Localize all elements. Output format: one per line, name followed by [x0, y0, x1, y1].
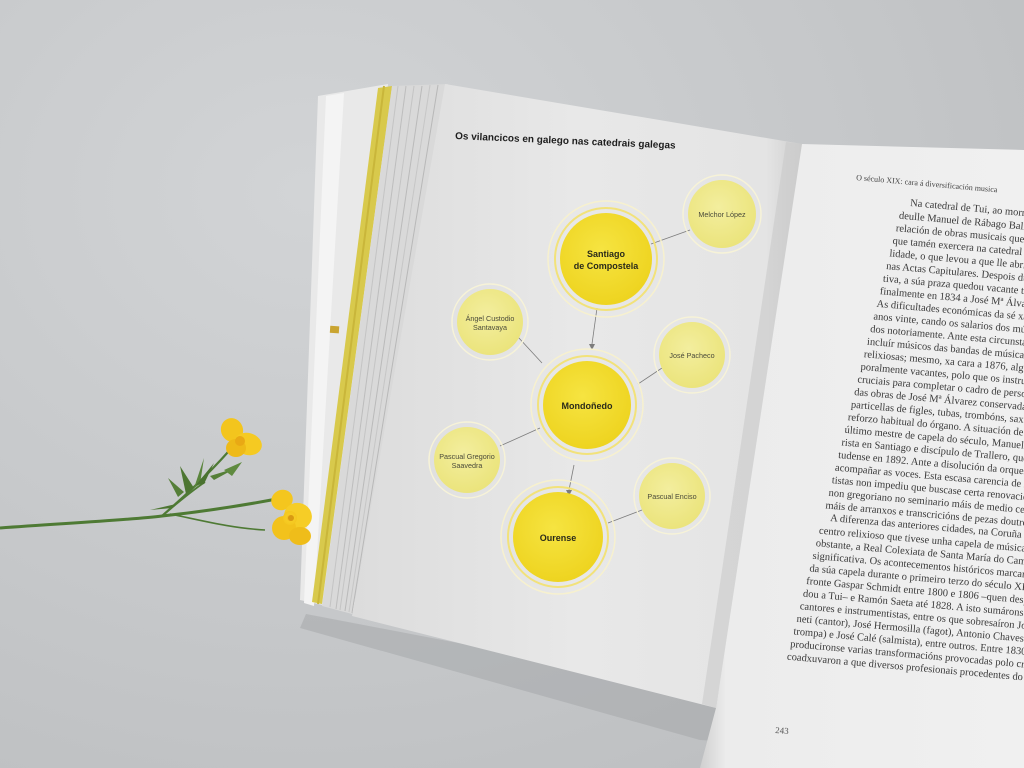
flower-leaf — [150, 504, 176, 510]
node-label: Santiago — [587, 249, 626, 259]
node-label: Pascual Enciso — [647, 492, 696, 501]
node-label: José Pacheco — [669, 351, 714, 360]
node-pascual-enciso: Pascual Enciso — [633, 457, 711, 535]
node-angel: Ángel Custodio Santavaya — [451, 283, 529, 361]
buttercup-flower — [0, 418, 312, 545]
node-jose: José Pacheco — [653, 316, 731, 394]
node-label: Mondoñedo — [562, 401, 613, 411]
node-melchor: Melchor López — [682, 174, 762, 254]
node-label: Melchor López — [698, 210, 746, 219]
node-mondonedo: Mondoñedo — [530, 348, 644, 462]
scene-svg: Os vilancicos en galego nas catedrais ga… — [0, 84, 1024, 768]
node-label: de Compostela — [574, 261, 640, 271]
node-label: Saavedra — [452, 461, 483, 470]
node-ourense: Ourense — [500, 479, 616, 595]
node-santiago: Santiago de Compostela — [547, 200, 665, 318]
node-label: Ourense — [540, 533, 577, 543]
node-label: Ángel Custodio — [466, 314, 515, 323]
node-pascual-gregorio: Pascual Gregorio Saavedra — [428, 421, 506, 499]
flower-stem — [0, 496, 283, 530]
node-label: Pascual Gregorio — [439, 452, 495, 461]
node-label: Santavaya — [473, 323, 507, 332]
flower-leaf — [224, 462, 242, 476]
flower-leaf — [168, 478, 184, 497]
flower-head-top — [220, 418, 262, 457]
flower-branch — [169, 513, 266, 531]
page-number: 243 — [775, 725, 790, 736]
photo-scene: Os vilancicos en galego nas catedrais ga… — [0, 0, 1024, 768]
